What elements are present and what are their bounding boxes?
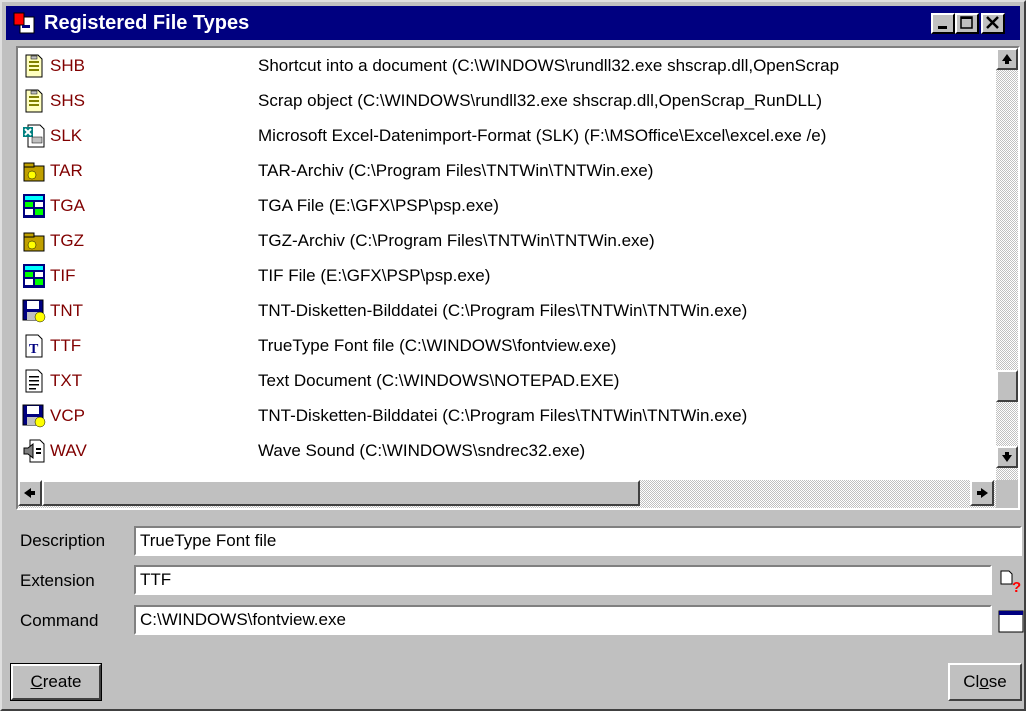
floppy-disk-icon — [22, 403, 46, 429]
scroll-right-button[interactable] — [970, 480, 994, 506]
horizontal-scrollbar[interactable] — [18, 480, 996, 508]
command-label: Command — [20, 611, 99, 630]
create-mnemonic: C — [30, 672, 43, 691]
description-cell: TGA File (E:\GFX\PSP\psp.exe) — [258, 196, 499, 215]
svg-text:?: ? — [1012, 579, 1021, 594]
close-button[interactable]: Close — [948, 663, 1022, 701]
extension-label: Extension — [20, 571, 95, 590]
list-item[interactable]: T TTF TrueType Font file (C:\WINDOWS\fontv… — [18, 330, 998, 363]
browse-window-icon[interactable] — [998, 608, 1024, 634]
extension-cell: SHS — [50, 91, 85, 110]
maximize-button[interactable] — [955, 13, 979, 34]
description-cell: TGZ-Archiv (C:\Program Files\TNTWin\TNTW… — [258, 231, 655, 250]
maximize-icon — [960, 16, 973, 29]
horizontal-scroll-thumb[interactable] — [42, 480, 640, 506]
font-file-icon: T — [22, 333, 46, 359]
description-cell: Scrap object (C:\WINDOWS\rundll32.exe sh… — [258, 91, 823, 110]
extension-cell: TGZ — [50, 231, 84, 250]
window-title: Registered File Types — [44, 12, 250, 34]
list-item[interactable]: TAR TAR-Archiv (C:\Program Files\TNTWin\T… — [18, 155, 998, 188]
list-item[interactable]: TNT TNT-Disketten-Bilddatei (C:\Program F… — [18, 295, 998, 328]
document-icon — [22, 88, 46, 114]
extension-cell: SLK — [50, 126, 83, 145]
close-label-prefix: Cl — [963, 672, 980, 691]
extension-cell: TTF — [50, 336, 82, 355]
extension-cell: VCP — [50, 406, 85, 425]
document-icon — [22, 53, 46, 79]
file-types-app-icon — [13, 12, 35, 34]
extension-cell: TIF — [50, 266, 76, 285]
arrow-left-icon — [24, 488, 35, 498]
vertical-scrollbar[interactable] — [996, 48, 1018, 480]
arrow-down-icon — [1002, 452, 1012, 462]
extension-cell: SHB — [50, 56, 85, 75]
scroll-down-button[interactable] — [996, 446, 1018, 468]
description-cell: Wave Sound (C:\WINDOWS\sndrec32.exe) — [258, 441, 586, 460]
list-item[interactable]: SLK Microsoft Excel-Datenimport-Format (S… — [18, 120, 998, 153]
archive-icon — [22, 158, 46, 184]
extension-help-icon[interactable]: ? — [998, 568, 1022, 594]
description-cell: TNT-Disketten-Bilddatei (C:\Program File… — [258, 406, 748, 425]
description-field[interactable]: TrueType Font file — [134, 526, 1022, 556]
description-cell: TNT-Disketten-Bilddatei (C:\Program File… — [258, 301, 748, 320]
list-item[interactable]: TGZ TGZ-Archiv (C:\Program Files\TNTWin\T… — [18, 225, 998, 258]
close-mnemonic: o — [979, 672, 989, 691]
excel-document-icon — [22, 123, 46, 149]
list-item[interactable]: WAV Wave Sound (C:\WINDOWS\sndrec32.exe) — [18, 435, 998, 468]
arrow-up-icon — [1002, 54, 1012, 64]
arrow-right-icon — [977, 488, 988, 498]
create-button[interactable]: Create — [10, 663, 102, 701]
extension-field[interactable]: TTF — [134, 565, 992, 595]
description-cell: TIF File (E:\GFX\PSP\psp.exe) — [258, 266, 491, 285]
extension-cell: TXT — [50, 371, 83, 390]
list-item[interactable]: SHS Scrap object (C:\WINDOWS\rundll32.exe… — [18, 85, 998, 118]
description-cell: Shortcut into a document (C:\WINDOWS\run… — [258, 56, 840, 75]
extension-cell: TAR — [50, 161, 83, 180]
image-file-icon — [22, 263, 46, 289]
description-cell: Microsoft Excel-Datenimport-Format (SLK)… — [258, 126, 827, 145]
scroll-up-button[interactable] — [996, 48, 1018, 70]
list-item[interactable]: TIF TIF File (E:\GFX\PSP\psp.exe) — [18, 260, 998, 293]
command-field[interactable]: C:\WINDOWS\fontview.exe — [134, 605, 992, 635]
description-cell: TAR-Archiv (C:\Program Files\TNTWin\TNTW… — [258, 161, 654, 180]
svg-text:T: T — [29, 342, 39, 357]
extension-cell: TGA — [50, 196, 85, 215]
floppy-disk-icon — [22, 298, 46, 324]
close-icon — [986, 16, 999, 29]
close-label-rest: se — [988, 672, 1007, 691]
list-item[interactable]: SHB Shortcut into a document (C:\WINDOWS\… — [18, 50, 998, 83]
description-label: Description — [20, 531, 106, 550]
sound-file-icon — [22, 438, 46, 464]
file-types-list[interactable]: SHB Shortcut into a document (C:\WINDOWS\… — [16, 46, 1020, 510]
extension-cell: TNT — [50, 301, 84, 320]
title-bar[interactable]: Registered File Types — [6, 6, 1020, 40]
extension-cell: WAV — [50, 441, 87, 460]
vertical-scroll-thumb[interactable] — [996, 370, 1018, 402]
list-item[interactable]: TXT Text Document (C:\WINDOWS\NOTEPAD.EXE… — [18, 365, 998, 398]
description-cell: TrueType Font file (C:\WINDOWS\fontview.… — [258, 336, 617, 355]
create-label-rest: reate — [42, 672, 82, 691]
archive-icon — [22, 228, 46, 254]
image-file-icon — [22, 193, 46, 219]
list-item[interactable]: VCP TNT-Disketten-Bilddatei (C:\Program F… — [18, 400, 998, 433]
scrollbar-corner — [996, 480, 1018, 508]
minimize-icon — [938, 26, 947, 29]
description-cell: Text Document (C:\WINDOWS\NOTEPAD.EXE) — [258, 371, 620, 390]
list-item[interactable]: TGA TGA File (E:\GFX\PSP\psp.exe) — [18, 190, 998, 223]
close-window-button[interactable] — [981, 13, 1005, 34]
minimize-button[interactable] — [931, 13, 955, 34]
registered-file-types-window: Registered File Types SHB Shortcut into a… — [0, 0, 1026, 711]
text-document-icon — [22, 368, 46, 394]
scroll-left-button[interactable] — [18, 480, 42, 506]
